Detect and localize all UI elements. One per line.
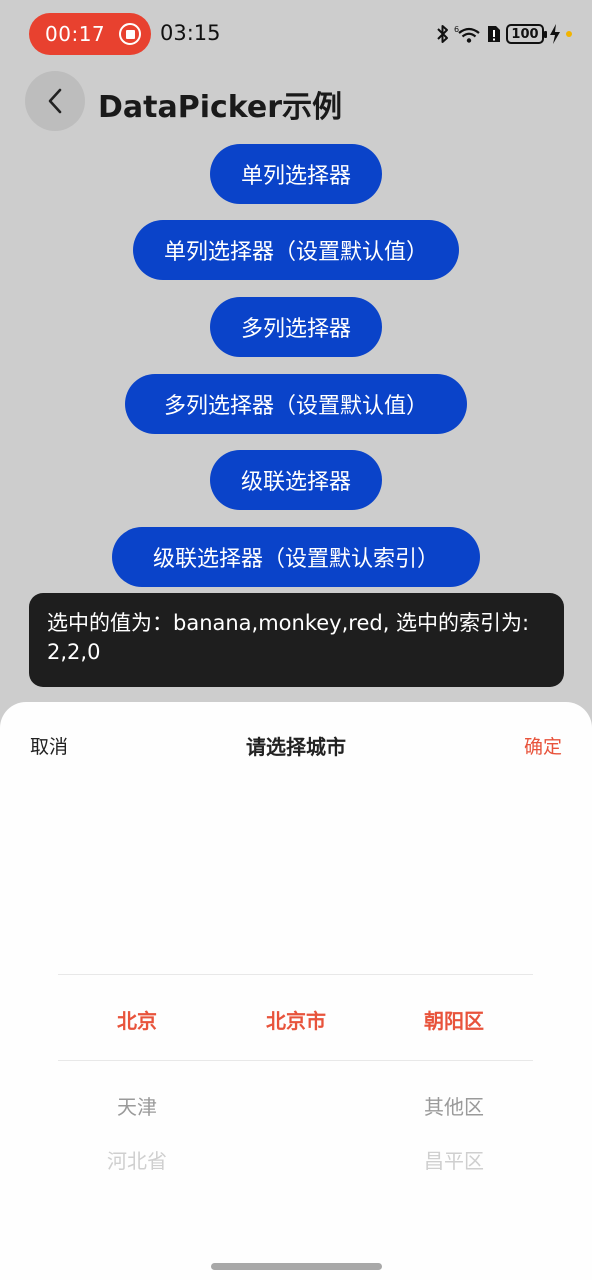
multi-column-picker-default-button[interactable]: 多列选择器（设置默认值） (125, 374, 467, 434)
province-option[interactable]: 天津 (52, 1091, 222, 1120)
picker-title: 请选择城市 (246, 735, 346, 759)
stop-recording-icon[interactable] (119, 23, 141, 45)
province-selected[interactable]: 北京 (52, 1005, 222, 1034)
back-button[interactable] (25, 71, 85, 131)
selection-toast: 选中的值为：banana,monkey,red, 选中的索引为: 2,2,0 (29, 593, 564, 687)
chevron-left-icon (48, 88, 62, 114)
cascade-picker-button[interactable]: 级联选择器 (210, 450, 382, 510)
svg-text:6: 6 (454, 25, 459, 34)
bluetooth-icon (437, 25, 448, 43)
district-selected[interactable]: 朝阳区 (369, 1005, 539, 1034)
city-selected[interactable]: 北京市 (211, 1005, 381, 1034)
status-bar: 00:17 03:15 6 100 (0, 0, 592, 68)
screen-recording-pill[interactable]: 00:17 (29, 13, 151, 55)
confirm-button[interactable]: 确定 (524, 732, 562, 759)
selection-divider-bottom (58, 1060, 533, 1061)
wifi-6-icon: 6 (454, 25, 480, 43)
sim-alert-icon (488, 26, 500, 42)
status-clock: 03:15 (160, 21, 221, 45)
cascade-picker-default-index-button[interactable]: 级联选择器（设置默认索引） (112, 527, 480, 587)
charging-dot (566, 31, 572, 37)
status-icons: 6 100 (437, 20, 572, 48)
city-picker-sheet: 取消 请选择城市 确定 北京 天津 河北省 北京市 朝阳区 其他区 昌平区 (0, 702, 592, 1280)
province-option[interactable]: 河北省 (52, 1145, 222, 1174)
battery-icon: 100 (506, 24, 547, 44)
recording-time: 00:17 (45, 22, 106, 46)
district-option[interactable]: 昌平区 (369, 1145, 539, 1174)
single-column-picker-button[interactable]: 单列选择器 (210, 144, 382, 204)
selection-divider-top (58, 974, 533, 975)
district-option[interactable]: 其他区 (369, 1091, 539, 1120)
home-indicator[interactable] (211, 1263, 382, 1270)
multi-column-picker-button[interactable]: 多列选择器 (210, 297, 382, 357)
page-title: DataPicker示例 (98, 90, 343, 125)
single-column-picker-default-button[interactable]: 单列选择器（设置默认值） (133, 220, 459, 280)
charging-bolt-icon (550, 24, 560, 44)
